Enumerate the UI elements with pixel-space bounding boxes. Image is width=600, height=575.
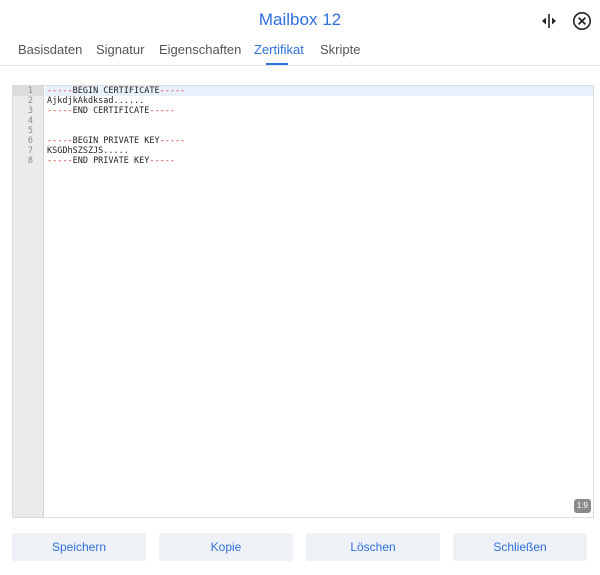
code-line[interactable] xyxy=(45,116,593,126)
line-number: 5 xyxy=(27,126,33,136)
code-line[interactable]: KSGDhSZSZJS..... xyxy=(45,146,593,156)
code-line[interactable]: AjkdjkAkdksad...... xyxy=(45,96,593,106)
line-number: 8 xyxy=(27,156,33,166)
save-button[interactable]: Speichern xyxy=(12,533,146,561)
split-expand-icon[interactable] xyxy=(538,10,560,32)
active-tab-indicator xyxy=(266,63,288,65)
footer-buttons: Speichern Kopie Löschen Schließen xyxy=(0,533,600,561)
line-number: 2 xyxy=(27,96,33,106)
code-line[interactable]: -----END CERTIFICATE----- xyxy=(45,106,593,116)
line-number: 7 xyxy=(27,146,33,156)
certificate-editor[interactable]: 1 2 3 4 5 6 7 8 -----BEGIN CERTIFICATE--… xyxy=(12,85,594,518)
delete-button[interactable]: Löschen xyxy=(306,533,440,561)
code-line[interactable] xyxy=(45,126,593,136)
tab-zertifikat[interactable]: Zertifikat xyxy=(254,42,304,57)
tab-eigenschaften[interactable]: Eigenschaften xyxy=(159,42,241,57)
tab-basisdaten[interactable]: Basisdaten xyxy=(18,42,82,57)
dialog-title: Mailbox 12 xyxy=(258,10,342,29)
line-number-gutter: 1 2 3 4 5 6 7 8 xyxy=(13,86,44,517)
line-number: 6 xyxy=(27,136,33,146)
tab-skripte[interactable]: Skripte xyxy=(320,42,360,57)
copy-button[interactable]: Kopie xyxy=(159,533,293,561)
tab-signatur[interactable]: Signatur xyxy=(96,42,144,57)
close-button[interactable]: Schließen xyxy=(453,533,587,561)
code-line[interactable]: -----BEGIN PRIVATE KEY----- xyxy=(45,136,593,146)
code-line[interactable]: -----BEGIN CERTIFICATE----- xyxy=(45,86,593,96)
code-area[interactable]: -----BEGIN CERTIFICATE----- AjkdjkAkdksa… xyxy=(45,86,593,517)
line-number: 4 xyxy=(27,116,33,126)
line-number: 1 xyxy=(13,86,43,96)
circle-close-icon[interactable] xyxy=(571,10,593,32)
line-number: 3 xyxy=(27,106,33,116)
code-line[interactable]: -----END PRIVATE KEY----- xyxy=(45,156,593,166)
cursor-position-badge: 1:9 xyxy=(573,499,591,513)
dialog-header: Mailbox 12 Basisdaten Signatur Eigenscha… xyxy=(0,0,600,66)
